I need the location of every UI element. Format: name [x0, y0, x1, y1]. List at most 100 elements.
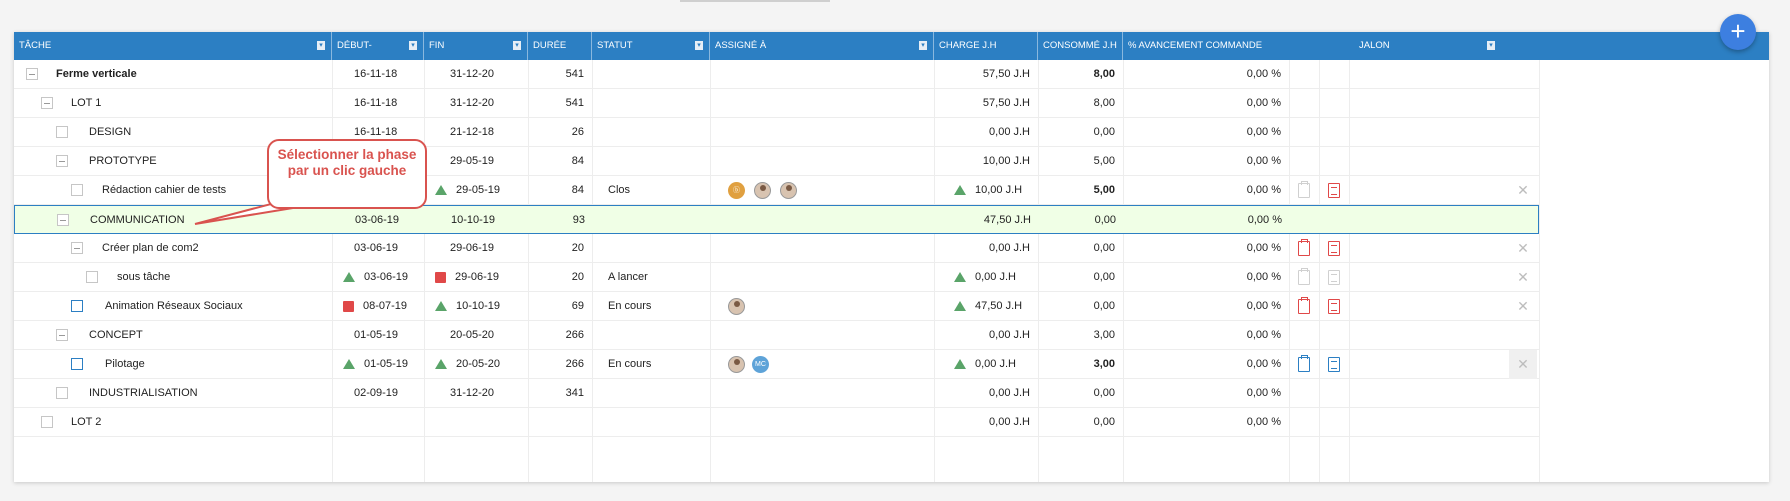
on-time-icon [435, 301, 447, 312]
row-checkbox[interactable] [71, 358, 83, 370]
row-checkbox[interactable] [56, 387, 68, 399]
collapse-toggle[interactable] [57, 214, 69, 226]
close-icon[interactable]: ✕ [1509, 176, 1537, 205]
close-icon[interactable]: ✕ [1509, 263, 1537, 292]
table-row[interactable]: Créer plan de com2 03-06-19 29-06-19 20 … [14, 234, 1539, 263]
task-name[interactable]: DESIGN [89, 118, 131, 147]
task-name[interactable]: COMMUNICATION [90, 206, 185, 235]
document-icon[interactable] [1328, 183, 1340, 198]
col-header-end[interactable]: FIN ▾ [424, 32, 528, 60]
col-header-charge[interactable]: CHARGE J.H [934, 32, 1038, 60]
task-name[interactable]: PROTOTYPE [89, 147, 157, 176]
filter-icon[interactable]: ▾ [317, 41, 325, 50]
task-name[interactable]: CONCEPT [89, 321, 143, 350]
document-icon[interactable] [1328, 241, 1340, 256]
table-row[interactable]: INDUSTRIALISATION 02-09-19 31-12-20 341 … [14, 379, 1539, 408]
status[interactable]: Clos [608, 176, 630, 205]
filter-icon[interactable]: ▾ [919, 41, 927, 50]
charge: 0,00 J.H [989, 416, 1030, 428]
end-date: 21-12-18 [450, 126, 495, 138]
col-header-consumed[interactable]: CONSOMMÉ J.H [1038, 32, 1123, 60]
col-header-milestone-label: JALON [1359, 40, 1390, 51]
col-header-status[interactable]: STATUT ▾ [592, 32, 710, 60]
close-icon[interactable]: ✕ [1509, 234, 1537, 263]
progress: 0,00 % [1246, 358, 1281, 370]
table-row[interactable]: CONCEPT 01-05-19 20-05-20 266 0,00 J.H 3… [14, 321, 1539, 350]
table-row[interactable]: Pilotage 01-05-19 20-05-20 266 En cours … [14, 350, 1539, 379]
collapse-toggle[interactable] [71, 242, 83, 254]
close-icon[interactable]: ✕ [1509, 292, 1537, 321]
on-time-icon [343, 359, 355, 370]
table-row[interactable]: Animation Réseaux Sociaux 08-07-19 10-10… [14, 292, 1539, 321]
avatar-initials[interactable]: MC [752, 356, 769, 373]
task-name[interactable]: sous tâche [117, 263, 170, 292]
row-checkbox[interactable] [86, 271, 98, 283]
filter-icon[interactable]: ▾ [695, 41, 703, 50]
task-name[interactable]: LOT 2 [71, 408, 101, 437]
task-name[interactable]: INDUSTRIALISATION [89, 379, 198, 408]
table-row[interactable]: Ferme verticale 16-11-18 31-12-20 541 57… [14, 60, 1539, 89]
col-header-start[interactable]: DÉBUT- ▾ [332, 32, 424, 60]
avatar[interactable] [780, 182, 797, 199]
clipboard-icon[interactable] [1298, 297, 1310, 314]
status[interactable]: En cours [608, 292, 651, 321]
progress: 0,00 % [1246, 329, 1281, 341]
col-header-duration[interactable]: DURÉE [528, 32, 592, 60]
task-name[interactable]: LOT 1 [71, 89, 101, 118]
avatar[interactable] [754, 182, 771, 199]
table-row[interactable]: sous tâche 03-06-19 29-06-19 20 A lancer… [14, 263, 1539, 292]
close-icon[interactable]: ✕ [1509, 350, 1537, 379]
duration: 341 [565, 387, 584, 399]
avatar[interactable]: ⓑ [728, 182, 745, 199]
clipboard-icon[interactable] [1298, 355, 1310, 372]
table-row-selected[interactable]: COMMUNICATION 03-06-19 10-10-19 93 47,50… [14, 205, 1539, 234]
start-date-value: 03-06-19 [364, 271, 409, 283]
task-name[interactable]: Créer plan de com2 [102, 234, 199, 263]
table-row[interactable]: Rédaction cahier de tests 29-05-19 84 Cl… [14, 176, 1539, 205]
duration: 84 [571, 184, 584, 196]
start-date: 16-11-18 [354, 68, 398, 80]
row-checkbox[interactable] [41, 416, 53, 428]
task-name[interactable]: Rédaction cahier de tests [102, 176, 226, 205]
filter-icon[interactable]: ▾ [409, 41, 417, 50]
row-checkbox[interactable] [71, 184, 83, 196]
end-date-value: 29-05-19 [456, 184, 501, 196]
collapse-toggle[interactable] [56, 155, 68, 167]
collapse-toggle[interactable] [56, 329, 68, 341]
row-checkbox[interactable] [71, 300, 83, 312]
document-icon[interactable] [1328, 270, 1340, 285]
clipboard-icon[interactable] [1298, 181, 1310, 198]
charge: 0,00 J.H [989, 126, 1030, 138]
avatar[interactable] [728, 298, 745, 315]
col-header-task[interactable]: TÂCHE ▾ [14, 32, 332, 60]
task-name[interactable]: Ferme verticale [56, 60, 137, 89]
document-icon[interactable] [1328, 299, 1340, 314]
filter-icon[interactable]: ▾ [1487, 41, 1495, 50]
col-header-assigned[interactable]: ASSIGNÉ À ▾ [710, 32, 934, 60]
col-header-milestone[interactable]: JALON ▾ [1354, 32, 1501, 60]
charge: 0,00 J.H [989, 387, 1030, 399]
table-row[interactable]: PROTOTYPE 29-05-19 84 10,00 J.H 5,00 0,0… [14, 147, 1539, 176]
consumed: 8,00 [1093, 97, 1115, 109]
add-button[interactable]: + [1720, 14, 1756, 50]
document-icon[interactable] [1328, 357, 1340, 372]
clipboard-icon[interactable] [1298, 268, 1310, 285]
col-header-progress[interactable]: % AVANCEMENT COMMANDE [1123, 32, 1354, 60]
table-row[interactable]: LOT 1 16-11-18 31-12-20 541 57,50 J.H 8,… [14, 89, 1539, 118]
status[interactable]: A lancer [608, 263, 648, 292]
collapse-toggle[interactable] [26, 68, 38, 80]
row-checkbox[interactable] [56, 126, 68, 138]
end-date-value: 29-06-19 [455, 271, 500, 283]
avatar[interactable] [728, 356, 745, 373]
task-name[interactable]: Animation Réseaux Sociaux [105, 292, 243, 321]
duration: 266 [565, 329, 584, 341]
task-name[interactable]: Pilotage [105, 350, 145, 379]
table-row[interactable]: DESIGN 16-11-18 21-12-18 26 0,00 J.H 0,0… [14, 118, 1539, 147]
status[interactable]: En cours [608, 350, 651, 379]
collapse-toggle[interactable] [41, 97, 53, 109]
filter-icon[interactable]: ▾ [513, 41, 521, 50]
col-header-charge-label: CHARGE J.H [939, 40, 997, 51]
clipboard-icon[interactable] [1298, 239, 1310, 256]
consumed: 0,00 [1093, 271, 1115, 283]
table-row[interactable]: LOT 2 0,00 J.H 0,00 0,00 % [14, 408, 1539, 437]
